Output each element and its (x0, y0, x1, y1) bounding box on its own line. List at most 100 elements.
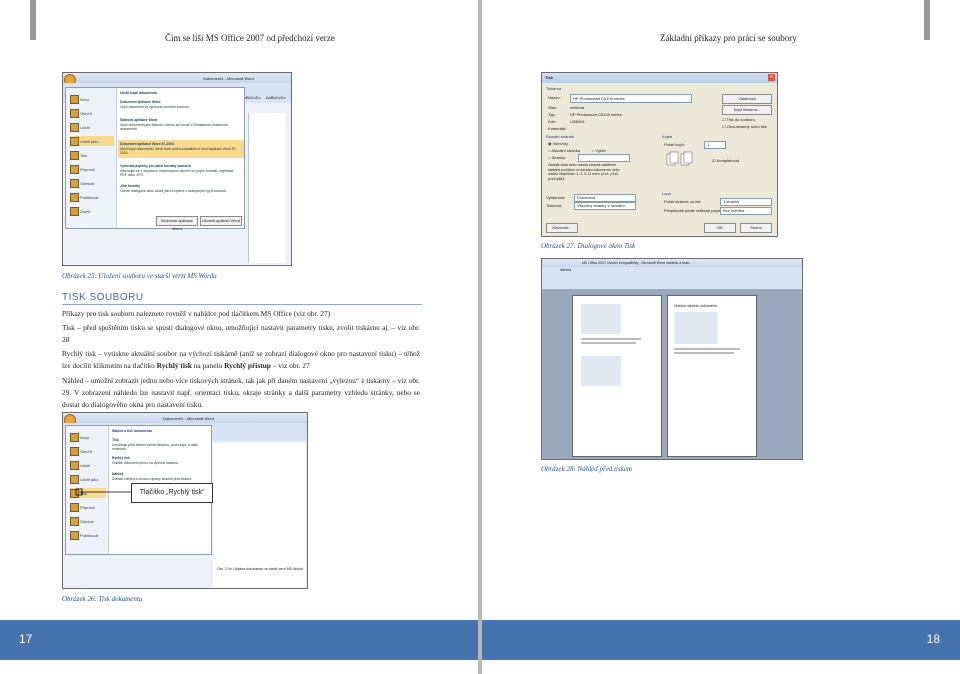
page-footer: 17 (0, 620, 478, 660)
text-line (674, 352, 734, 354)
title-bar: Dokument1 - Microsoft Word (63, 413, 307, 423)
print-icon (70, 151, 79, 160)
page-image (581, 304, 621, 334)
tab-preview[interactable]: Náhled (560, 268, 571, 272)
cancel-button[interactable]: Storno (740, 223, 772, 233)
screenshot-save-as: Dokument1 - Microsoft Word AaBbCcDc AaBb… (62, 72, 292, 266)
save-icon (70, 123, 79, 132)
field-label: Typ: (548, 112, 556, 117)
left-page: Čím se liší MS Office 2007 od předchozí … (0, 0, 478, 674)
print-dialog: Tisk × Tiskárna Název: HP Photosmart C51… (541, 72, 778, 237)
figure-caption: Obrázek 26: Tisk dokumentu (62, 595, 143, 603)
new-icon (70, 95, 79, 104)
submenu-item-word-template[interactable]: Šablona aplikace Word Uloží dokument jako… (120, 118, 240, 132)
prepare-icon (70, 165, 79, 174)
close-icon[interactable]: × (768, 74, 775, 81)
new-icon (70, 433, 79, 442)
where-value: USB001 (570, 119, 585, 124)
field-label: Komentář: (548, 126, 567, 131)
figure-caption: Obrázek 28: Náhled před tiskem (541, 465, 632, 473)
document-area (248, 113, 285, 263)
field-label: Přizpůsobit podle velikosti papíru: (664, 208, 724, 213)
save-as-icon (70, 137, 79, 146)
pages-input[interactable] (578, 154, 630, 162)
ok-button[interactable]: OK (704, 223, 736, 233)
exit-word-button[interactable]: Ukončit aplikaci Word (200, 216, 242, 226)
copies-stepper[interactable]: 1 (704, 141, 726, 149)
submenu-heading: Uložit kopii dokumentu (120, 91, 158, 95)
preview-page (572, 295, 662, 457)
corner-mark (30, 0, 36, 40)
submenu-item-other-formats[interactable]: Jiné formáty Otevře dialogové okno Uložit… (120, 184, 240, 193)
callout-label: Tlačítko „Rychlý tisk“ (131, 483, 213, 503)
publish-icon (70, 193, 79, 202)
collate-checkbox[interactable]: ☑ Kompletovat (712, 158, 739, 163)
group-label: Tiskárna (546, 86, 562, 91)
dialog-title: Tisk (545, 75, 553, 80)
submenu-item-addins[interactable]: Vyhledat doplňky pro další formáty soubo… (120, 164, 240, 178)
word-options-button[interactable]: Možnosti aplikace Word (156, 216, 198, 231)
find-printer-button[interactable]: Najít tiskárnu... (722, 105, 772, 115)
paragraph: Náhled – umožní zobrazit jednu nebo více… (62, 376, 420, 409)
open-icon (70, 109, 79, 118)
pages-per-sheet-select[interactable]: 1 stránky (720, 198, 772, 206)
collate-pages-icon (666, 151, 693, 166)
right-page: Základní příkazy pro práci se soubory Ti… (482, 0, 960, 674)
section-title: TISK SOUBORU (62, 292, 422, 305)
title-bar-text: Dokument1 - Microsoft Word (163, 416, 214, 421)
document-area: Obr. 2.2a: Ukázka dokumentu ve starší ve… (213, 443, 305, 587)
page-number: 17 (19, 632, 33, 646)
publish-icon (70, 531, 79, 540)
submenu-item-word-97-2003[interactable]: Dokument aplikace Word 97-2003 Uloží kopi… (118, 140, 244, 158)
page-image (674, 312, 718, 344)
title-bar: Dokument1 - Microsoft Word (63, 73, 291, 83)
range-all-radio[interactable]: ◉ Všechny (548, 141, 568, 146)
properties-button[interactable]: Vlastnosti (722, 94, 772, 104)
print-to-file-checkbox[interactable]: ☐ Tisk do souboru (722, 117, 755, 122)
close-icon (70, 207, 79, 216)
field-label: Počet kopií: (664, 142, 685, 147)
save-icon (70, 461, 79, 470)
range-selection-radio[interactable]: ○ Výběr (592, 148, 606, 153)
send-icon (70, 179, 79, 188)
options-button[interactable]: Možnosti... (546, 223, 578, 233)
callout-arrow (75, 488, 131, 496)
menu-item-save-as[interactable]: Uložit jako (70, 136, 114, 146)
field-label: Název: (548, 95, 561, 100)
page-image (581, 356, 621, 386)
submenu-item-print[interactable]: Tisk Umožňuje před tiskem vybrat tiskárnu… (112, 438, 207, 452)
paragraph: Rychlý tisk – vytiskne aktuální soubor n… (62, 349, 420, 370)
paragraph: Tisk – před spuštěním tisku se spustí di… (62, 323, 420, 344)
scale-select[interactable]: Bez měřítka (720, 207, 772, 215)
range-pages-radio[interactable]: ○ Stránky: (548, 155, 566, 160)
status-value: nečinná (570, 105, 585, 110)
print-select[interactable]: Všechny stránky v rozsahu (574, 202, 636, 210)
range-current-radio[interactable]: ○ Aktuální stránka (548, 148, 580, 153)
field-label: Vytisknout: (546, 195, 566, 200)
page-heading: Ukázka náhledu dokumentu (674, 304, 718, 308)
corner-mark (924, 0, 930, 40)
dialog-title-bar: Tisk × (542, 73, 777, 83)
submenu-item-quick-print[interactable]: Rychlý tisk Odešle dokument přímo na vých… (112, 456, 207, 465)
preview-page: Ukázka náhledu dokumentu (667, 295, 757, 457)
title-bar-text: Dokument1 - Microsoft Word (203, 76, 254, 81)
menu-column: Nový Otevřít Uložit Uložit jako Tisk Při… (66, 88, 117, 228)
print-preview-screenshot: MS Office 2007 Úvodní kompatibility - Mi… (541, 258, 803, 460)
send-icon (70, 517, 79, 526)
page-number: 18 (926, 632, 940, 646)
style-gallery-item[interactable]: AaBbCcDc (266, 95, 286, 100)
group-label: Rozsah stránek (546, 134, 574, 139)
text-line (581, 342, 636, 344)
doc-caption: Obr. 2.2a: Ukázka dokumentu ve starší ve… (217, 567, 304, 571)
figure-caption: Obrázek 25: Uložení souboru ve starší ve… (62, 272, 217, 280)
field-label: Počet stránek na list: (664, 199, 702, 204)
title-bar-text: MS Office 2007 Úvodní kompatibility - Mi… (582, 261, 690, 265)
ribbon: Náhled (542, 267, 802, 289)
office-menu: Nový Otevřít Uložit Uložit jako Tisk Při… (65, 87, 245, 231)
page-footer: 18 (482, 620, 960, 660)
print-what-select[interactable]: Dokument (574, 194, 636, 202)
submenu-item-word-document[interactable]: Dokument aplikace Word Uloží dokument ve … (120, 100, 240, 109)
printer-select[interactable]: HP Photosmart C5100 series (570, 94, 692, 103)
open-icon (70, 447, 79, 456)
manual-duplex-checkbox[interactable]: ☐ Oboustranný ruční tisk (722, 124, 767, 129)
